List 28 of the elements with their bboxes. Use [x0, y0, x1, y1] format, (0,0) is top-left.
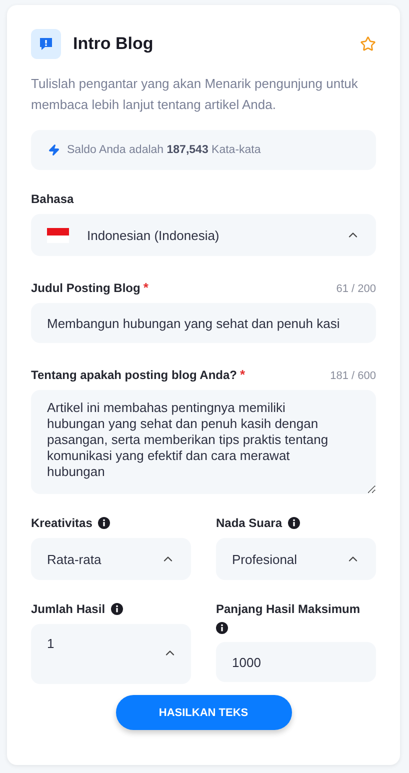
topic-textarea[interactable]: Artikel ini membahas pentingnya memiliki hubungan yang sehat dan penuh kasih dengan pasangan, serta memberikan tips praktis tentang komunikasi yang efektif dan cara merawat hubungan	[31, 390, 376, 494]
field-label: Tentang apakah posting blog Anda? *	[31, 367, 246, 382]
option-select[interactable]: 1	[31, 624, 191, 684]
character-counter: 61 / 200	[336, 283, 376, 295]
number-input[interactable]: 1000	[216, 642, 376, 682]
star-icon[interactable]	[360, 36, 376, 52]
tool-description: Tulislah pengantar yang akan Menarik pengunjung untuk membaca lebih lanjut tentang artikel Anda.	[31, 75, 359, 114]
tool-title: Intro Blog	[73, 34, 154, 54]
field-label: Nada Suara	[216, 516, 282, 530]
lightning-icon	[48, 144, 60, 156]
balance-text: Saldo Anda adalah 187,543 Kata-kata	[67, 144, 261, 156]
info-icon	[216, 622, 228, 634]
field-label: Jumlah Hasil	[31, 602, 106, 616]
generate-button[interactable]: HASILKAN TEKS	[116, 695, 292, 730]
option-select[interactable]: Rata-rata	[31, 538, 191, 580]
option-select[interactable]: Profesional	[216, 538, 376, 580]
field-label: Judul Posting Blog *	[31, 280, 148, 295]
info-icon	[98, 517, 110, 529]
flag-icon	[47, 228, 69, 242]
title-input[interactable]: Membangun hubungan yang sehat dan penuh kasi	[31, 303, 376, 343]
field-label: Panjang Hasil Maksimum	[216, 602, 360, 616]
character-counter: 181 / 600	[330, 370, 376, 382]
language-select[interactable]: Indonesian (Indonesia)	[31, 214, 376, 256]
info-icon	[288, 517, 300, 529]
info-icon	[111, 603, 124, 615]
message-alert-icon	[31, 29, 61, 59]
field-label: Bahasa	[31, 192, 74, 206]
field-label: Kreativitas	[31, 516, 92, 530]
